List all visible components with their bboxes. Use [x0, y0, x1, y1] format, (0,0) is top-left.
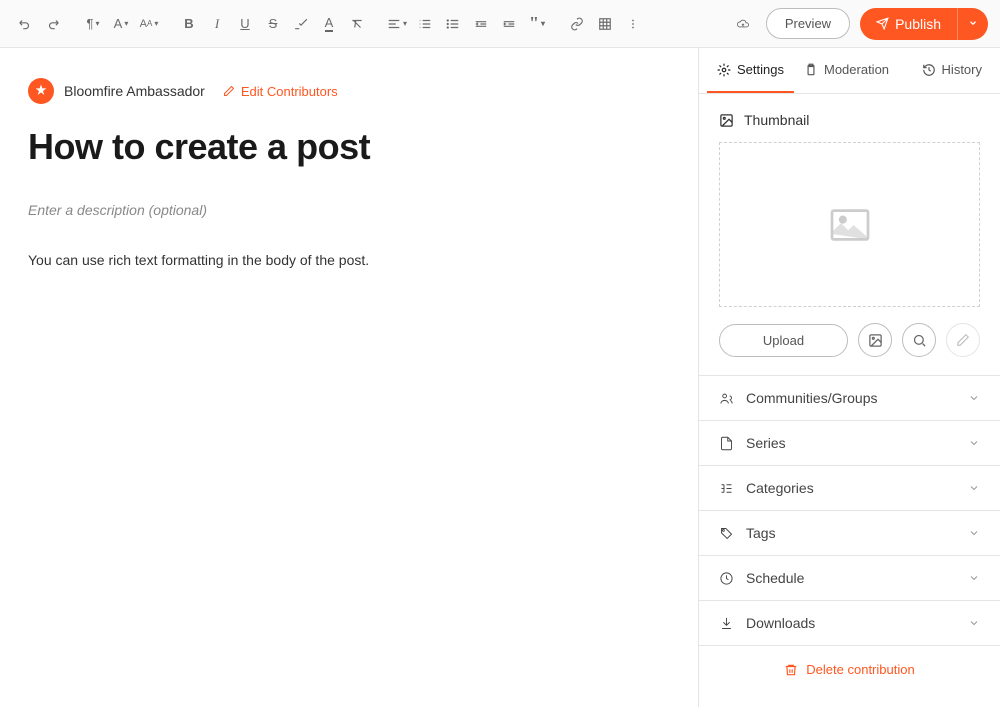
underline-btn[interactable]: U — [232, 11, 258, 37]
gear-icon — [717, 63, 731, 77]
clock-icon — [719, 571, 734, 586]
section-schedule[interactable]: Schedule — [699, 556, 1000, 601]
image-icon — [719, 113, 734, 128]
sidebar-tabs: Settings Moderation History — [699, 48, 1000, 94]
edit-contributors-link[interactable]: Edit Contributors — [223, 84, 338, 99]
users-icon — [719, 391, 734, 406]
align-btn[interactable]: ▾ — [384, 11, 410, 37]
pencil-icon — [223, 85, 235, 97]
publish-label: Publish — [895, 16, 941, 32]
thumbnail-dropzone[interactable] — [719, 142, 980, 307]
table-btn[interactable] — [592, 11, 618, 37]
thumbnail-header: Thumbnail — [719, 112, 980, 128]
pencil-icon — [956, 333, 970, 347]
clear-format-btn[interactable] — [344, 11, 370, 37]
toolbar-right: Preview Publish — [730, 8, 988, 40]
schedule-label: Schedule — [746, 570, 804, 586]
chevron-down-icon — [968, 572, 980, 584]
sidebar-accordion: Communities/Groups Series Categories Tag… — [699, 375, 1000, 646]
bold-btn[interactable]: B — [176, 11, 202, 37]
gallery-icon — [868, 333, 883, 348]
edit-contributors-label: Edit Contributors — [241, 84, 338, 99]
link-btn[interactable] — [564, 11, 590, 37]
preview-button[interactable]: Preview — [766, 8, 850, 39]
placeholder-image-icon — [828, 207, 872, 243]
section-downloads[interactable]: Downloads — [699, 601, 1000, 646]
author-row: Bloomfire Ambassador Edit Contributors — [28, 78, 670, 104]
delete-contribution-link[interactable]: Delete contribution — [699, 646, 1000, 693]
tab-history[interactable]: History — [912, 48, 992, 93]
editor: Bloomfire Ambassador Edit Contributors H… — [0, 48, 698, 707]
chevron-down-icon — [968, 482, 980, 494]
text-color-btn[interactable]: A — [316, 11, 342, 37]
thumbnail-actions: Upload — [719, 323, 980, 357]
chevron-down-icon — [968, 617, 980, 629]
quote-btn[interactable]: "▾ — [524, 11, 550, 37]
cloud-sync-icon[interactable] — [730, 11, 756, 37]
ordered-list-btn[interactable] — [412, 11, 438, 37]
trash-icon — [784, 663, 798, 677]
downloads-label: Downloads — [746, 615, 815, 631]
more-btn[interactable] — [620, 11, 646, 37]
thumbnail-section: Thumbnail Upload — [699, 94, 1000, 375]
highlight-btn[interactable] — [288, 11, 314, 37]
strikethrough-btn[interactable]: S — [260, 11, 286, 37]
tab-moderation[interactable]: Moderation — [794, 48, 899, 93]
communities-label: Communities/Groups — [746, 390, 878, 406]
edit-thumb-button — [946, 323, 980, 357]
redo-btn[interactable] — [40, 11, 66, 37]
history-icon — [922, 63, 936, 77]
download-icon — [719, 616, 734, 631]
section-categories[interactable]: Categories — [699, 466, 1000, 511]
avatar[interactable] — [28, 78, 54, 104]
section-tags[interactable]: Tags — [699, 511, 1000, 556]
paragraph-btn[interactable]: ¶▾ — [80, 11, 106, 37]
tree-icon — [719, 481, 734, 496]
tag-icon — [719, 526, 734, 541]
tab-moderation-label: Moderation — [824, 62, 889, 77]
font-family-btn[interactable]: A▾ — [108, 11, 134, 37]
search-button[interactable] — [902, 323, 936, 357]
toolbar-left: ¶▾ A▾ AA▾ B I U S A ▾ "▾ — [12, 11, 656, 37]
section-communities[interactable]: Communities/Groups — [699, 376, 1000, 421]
search-icon — [912, 333, 927, 348]
publish-button[interactable]: Publish — [860, 8, 988, 40]
font-size-btn[interactable]: AA▾ — [136, 11, 162, 37]
tab-settings-label: Settings — [737, 62, 784, 77]
outdent-btn[interactable] — [468, 11, 494, 37]
post-title[interactable]: How to create a post — [28, 126, 670, 168]
categories-label: Categories — [746, 480, 814, 496]
author-name: Bloomfire Ambassador — [64, 83, 205, 99]
thumbnail-label: Thumbnail — [744, 112, 809, 128]
upload-button[interactable]: Upload — [719, 324, 848, 357]
unordered-list-btn[interactable] — [440, 11, 466, 37]
section-series[interactable]: Series — [699, 421, 1000, 466]
italic-btn[interactable]: I — [204, 11, 230, 37]
send-icon — [876, 17, 889, 30]
post-body[interactable]: You can use rich text formatting in the … — [28, 252, 670, 268]
sidebar: Settings Moderation History Thumbnail Up — [698, 48, 1000, 707]
chevron-down-icon — [968, 437, 980, 449]
tab-settings[interactable]: Settings — [707, 48, 794, 93]
tab-history-label: History — [942, 62, 982, 77]
content-area: Bloomfire Ambassador Edit Contributors H… — [0, 48, 1000, 707]
tags-label: Tags — [746, 525, 776, 541]
publish-dropdown[interactable] — [957, 8, 988, 40]
chevron-down-icon — [968, 392, 980, 404]
post-description[interactable]: Enter a description (optional) — [28, 202, 670, 218]
gallery-button[interactable] — [858, 323, 892, 357]
chevron-down-icon — [968, 527, 980, 539]
delete-label: Delete contribution — [806, 662, 914, 677]
toolbar: ¶▾ A▾ AA▾ B I U S A ▾ "▾ Preview — [0, 0, 1000, 48]
undo-btn[interactable] — [12, 11, 38, 37]
clipboard-icon — [804, 63, 818, 77]
file-icon — [719, 436, 734, 451]
indent-btn[interactable] — [496, 11, 522, 37]
series-label: Series — [746, 435, 786, 451]
